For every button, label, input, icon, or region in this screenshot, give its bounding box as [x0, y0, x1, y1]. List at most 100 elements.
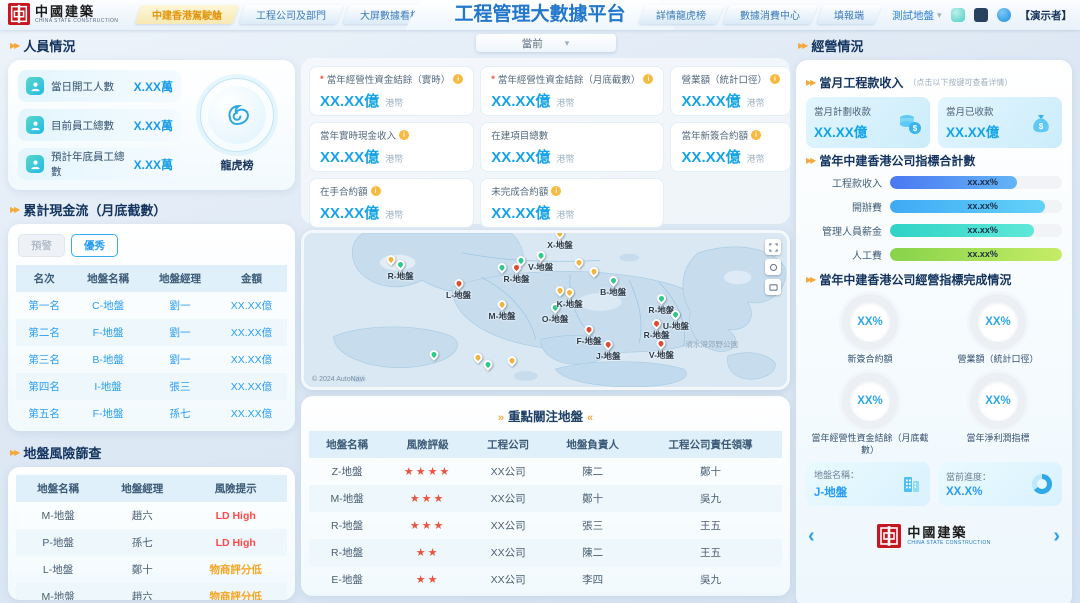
- info-icon[interactable]: i: [370, 186, 381, 196]
- map-pin[interactable]: L-地盤: [446, 276, 471, 301]
- table-row: M-地盤 趙六 LD High: [16, 502, 287, 529]
- map-pin[interactable]: [384, 252, 398, 266]
- info-icon[interactable]: i: [399, 130, 410, 140]
- carousel-right-arrow[interactable]: ›: [1053, 526, 1060, 546]
- carousel-left-arrow[interactable]: ‹: [808, 526, 815, 546]
- metric-label: 當年實時現金收入 i: [320, 128, 463, 142]
- map-pin[interactable]: M-地盤: [489, 298, 515, 322]
- risk-rating-cell: ★★: [385, 593, 470, 596]
- section-marker-icon: ▶▶: [10, 41, 20, 50]
- notification-icon[interactable]: [950, 8, 965, 22]
- yellow-pin-icon: [384, 252, 398, 266]
- table-row[interactable]: 第一名 C-地盤 劉一 XX.XX億: [16, 292, 287, 319]
- map-pin[interactable]: [587, 265, 601, 278]
- map-pin[interactable]: B-地盤: [600, 273, 626, 298]
- site-name-cell: R-地盤: [331, 547, 364, 559]
- table-row: P-地盤 孫七 LD High: [16, 529, 287, 556]
- map-pin[interactable]: [481, 357, 494, 371]
- owner-cell: 李四: [582, 574, 604, 586]
- table-cell: XX.XX億: [230, 300, 273, 312]
- info-icon[interactable]: i: [453, 74, 464, 84]
- period-dropdown[interactable]: 當前 ▾: [475, 34, 616, 52]
- map-pin[interactable]: V-地盤: [528, 249, 553, 273]
- green-pin-icon: [669, 307, 683, 321]
- metric-label-text: 當年經營性資金結餘（月底截數）: [497, 75, 641, 86]
- map-pin[interactable]: [514, 254, 528, 268]
- site-selector-dropdown[interactable]: 測試地盤 ▾: [892, 8, 942, 23]
- column-header: 風險評級: [385, 431, 471, 458]
- bar-label: 人工費: [852, 251, 882, 262]
- cashflow-card: 預警 優秀 名次 地盤名稱 地盤經理 金額 第一名 C-地盤 劉一 XX.XX億 第二名 F-地盤…: [8, 224, 295, 431]
- map-pin[interactable]: [553, 283, 567, 297]
- info-icon[interactable]: i: [750, 130, 761, 140]
- owner-cell: 劉一: [546, 593, 639, 596]
- map-pin[interactable]: [471, 351, 485, 365]
- cashflow-tab[interactable]: 優秀: [71, 234, 118, 257]
- company-cell: XX公司: [470, 593, 546, 596]
- leaderboard-badge[interactable]: 龍虎榜: [189, 70, 285, 180]
- gauge-ring: XX%: [842, 373, 898, 430]
- table-cell: F-地盤: [92, 408, 124, 420]
- map-pin[interactable]: R-地盤: [504, 261, 530, 285]
- fullscreen-button[interactable]: [765, 239, 781, 255]
- map-pin[interactable]: V-地盤: [648, 336, 674, 361]
- map-pin-label: V-地盤: [648, 349, 674, 360]
- company-cell: XX公司: [490, 547, 526, 559]
- map-pin[interactable]: X-地盤: [547, 233, 573, 251]
- locate-button[interactable]: [765, 259, 781, 275]
- table-row[interactable]: 第四名 I-地盤 張三 XX.XX億: [16, 373, 287, 400]
- map-pin[interactable]: [495, 260, 509, 274]
- personnel-stat-value: X.XX萬: [133, 79, 173, 94]
- monthly-income-cards: 當月計劃收款 XX.XX億 $ 當月已收款 XX.XX億 $: [806, 97, 1062, 148]
- gauge-label: 當年淨利潤指標: [966, 433, 1030, 444]
- site-name-cell: M-地盤: [41, 591, 75, 600]
- map-pin[interactable]: R-地盤: [644, 316, 670, 341]
- column-header: 地盤經理: [144, 265, 216, 292]
- site-name-cell: Z-地盤: [331, 466, 363, 478]
- green-pin-icon: [394, 258, 407, 272]
- green-pin-icon: [495, 260, 509, 274]
- map-pin-label: R-地盤: [387, 271, 414, 282]
- sites-map[interactable]: R-地盤 L-地盤 M-地盤 R-地盤 V-地盤 X-地盤 O-地盤 K-地盤 B-地盤 F-地盤…: [301, 230, 790, 390]
- table-row[interactable]: 第二名 F-地盤 劉一 XX.XX億: [16, 319, 287, 346]
- site-name-value: J-地盤: [814, 486, 848, 499]
- metric-label-text: 在手合約額: [320, 187, 368, 198]
- nav-tab[interactable]: 工程公司及部門: [238, 5, 344, 24]
- metric-value-row: XX.XX億 港幣: [320, 146, 463, 167]
- red-pin-icon: [582, 323, 596, 336]
- star-rating-icon: ★★★: [409, 493, 446, 505]
- map-pin[interactable]: [505, 354, 519, 368]
- map-pin[interactable]: [572, 256, 586, 269]
- manager-cell: 趙六: [131, 591, 153, 600]
- info-icon[interactable]: i: [643, 74, 654, 84]
- nav-tab[interactable]: 數據消費中心: [722, 5, 818, 24]
- info-icon[interactable]: i: [551, 186, 562, 196]
- received-payments-card[interactable]: 當月已收款 XX.XX億 $: [938, 97, 1062, 148]
- map-pin-label: O-地盤: [541, 314, 569, 325]
- page-title: 工程管理大數據平台: [405, 0, 675, 30]
- nav-tab[interactable]: 詳情龍虎榜: [638, 5, 724, 24]
- indicator-bar-row: 人工費 xx.xx%: [806, 247, 1062, 262]
- green-pin-icon: [534, 249, 548, 262]
- received-payments-label: 當月已收款: [946, 107, 994, 118]
- required-star-icon: *: [491, 73, 495, 85]
- metric-card: * 當年經營性資金結餘（月底截數） i XX.XX億 港幣: [480, 66, 665, 116]
- metric-value-row: XX.XX億 港幣: [681, 146, 780, 167]
- cashflow-tab[interactable]: 預警: [18, 234, 65, 257]
- right-column: ▶▶ 經營情況 ▶▶ 當月工程款收入 （点击以下按键可查看详情） 當月計劃收款 …: [796, 34, 1072, 603]
- leader-cell: 王五: [700, 520, 722, 532]
- metric-value: XX.XX億: [491, 93, 551, 110]
- info-icon[interactable]: i: [769, 74, 780, 84]
- table-row[interactable]: 第三名 B-地盤 劉一 XX.XX億: [16, 346, 287, 373]
- risk-card: 地盤名稱 地盤經理 風險提示 M-地盤 趙六 LD High P-地盤 孫七 LD High L…: [8, 467, 295, 600]
- nav-tab[interactable]: 中建香港駕駛艙: [134, 5, 240, 24]
- map-pin[interactable]: J-地盤: [596, 338, 621, 362]
- apps-icon[interactable]: [973, 8, 988, 22]
- legend-button[interactable]: [765, 279, 781, 295]
- operations-panel: ▶▶ 當月工程款收入 （点击以下按键可查看详情） 當月計劃收款 XX.XX億 $…: [796, 60, 1072, 603]
- map-pin[interactable]: [428, 348, 441, 362]
- nav-tab[interactable]: 填報端: [816, 5, 882, 24]
- table-row[interactable]: 第五名 F-地盤 孫七 XX.XX億: [16, 400, 287, 427]
- avatar-icon[interactable]: [996, 8, 1011, 22]
- planned-receipts-card[interactable]: 當月計劃收款 XX.XX億 $: [806, 97, 930, 148]
